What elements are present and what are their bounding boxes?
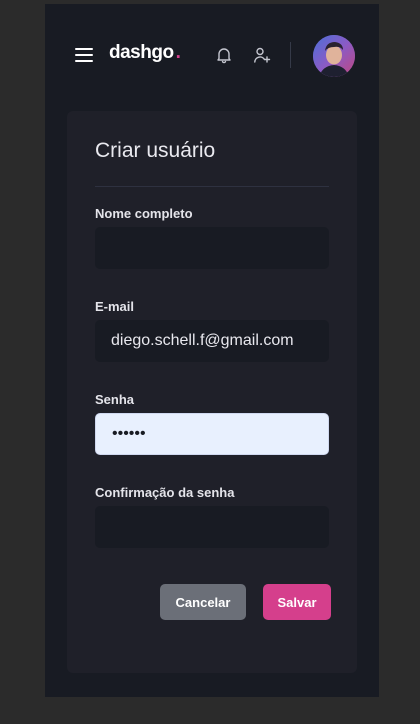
user-add-icon[interactable] <box>253 46 271 64</box>
logo-dot: . <box>175 42 181 63</box>
avatar[interactable] <box>313 35 355 77</box>
menu-icon[interactable] <box>75 48 93 62</box>
logo: dashgo. <box>109 42 181 64</box>
create-user-card: Criar usuário Nome completo E-mail Senha… <box>67 111 357 673</box>
name-field[interactable] <box>95 227 329 269</box>
password-confirmation-label: Confirmação da senha <box>95 485 235 500</box>
header: dashgo. <box>45 4 379 100</box>
cancel-button[interactable]: Cancelar <box>160 584 246 620</box>
email-label: E-mail <box>95 299 135 314</box>
password-label: Senha <box>95 392 135 407</box>
email-field[interactable] <box>95 320 329 362</box>
title-divider <box>95 186 329 187</box>
logo-text: dashgo <box>109 42 174 63</box>
name-label: Nome completo <box>95 206 193 221</box>
app-window: dashgo. Criar usuário Nome completo E-ma… <box>45 4 379 697</box>
bell-icon[interactable] <box>215 46 233 64</box>
page-title: Criar usuário <box>95 139 216 162</box>
password-confirmation-field[interactable] <box>95 506 329 548</box>
password-field[interactable] <box>95 413 329 455</box>
save-button[interactable]: Salvar <box>263 584 331 620</box>
header-divider <box>290 42 291 68</box>
